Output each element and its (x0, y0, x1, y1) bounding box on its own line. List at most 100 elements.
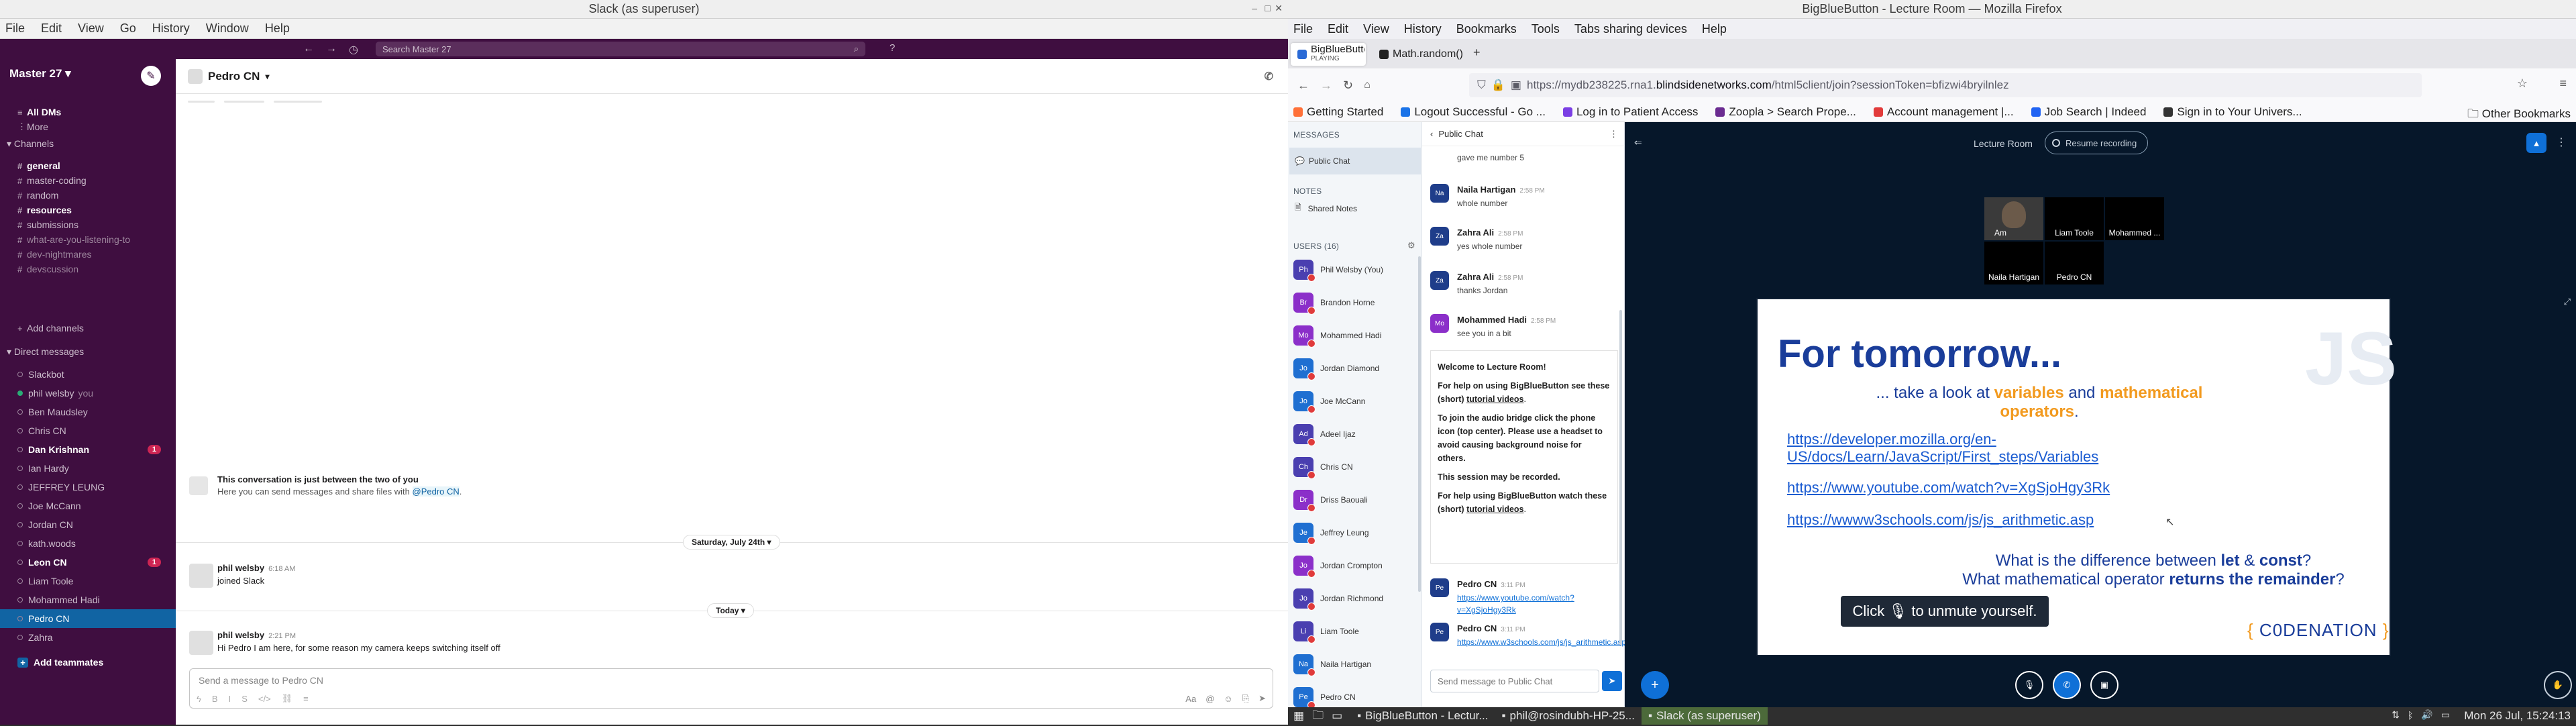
sidebar-item-dm[interactable]: Ian Hardy (0, 459, 176, 478)
terminal-icon[interactable]: ▭ (1332, 709, 1342, 723)
day-pill[interactable]: Saturday, July 24th ▾ (683, 535, 780, 550)
phone-icon[interactable]: ✆ (1265, 70, 1273, 83)
user-list-scrollbar[interactable] (1418, 256, 1421, 592)
workspace-name[interactable]: Master 27 ▾ (9, 67, 71, 81)
video-tile[interactable]: Pedro CN (2045, 242, 2104, 284)
reload-icon[interactable]: ↻ (1343, 79, 1353, 93)
menu-tools[interactable]: Tools (1532, 22, 1560, 36)
add-teammates-button[interactable]: + Add teammates (0, 654, 176, 671)
slide-link-mdn[interactable]: https://developer.mozilla.org/en-US/docs… (1787, 431, 2216, 466)
menu-history[interactable]: History (152, 21, 190, 36)
chat-input[interactable]: Send message to Public Chat (1430, 670, 1599, 692)
sidebar-item-dm[interactable]: kath.woods (0, 534, 176, 553)
maximize-icon[interactable]: □ (1265, 3, 1271, 13)
user-list-item[interactable]: Ph Phil Welsby (You) (1293, 256, 1383, 283)
day-pill[interactable]: Today ▾ (707, 603, 754, 618)
user-list-item[interactable]: Ad Adeel Ijaz (1293, 421, 1356, 448)
user-list-item[interactable]: Na Naila Hartigan (1293, 651, 1371, 678)
chevron-left-icon[interactable]: ‹ (1430, 129, 1433, 139)
sidebar-item-dm[interactable]: JEFFREY LEUNG (0, 478, 176, 497)
message-author[interactable]: phil welsby (217, 563, 264, 573)
compose-icon[interactable]: ✎ (141, 66, 161, 86)
battery-icon[interactable]: ▭ (2441, 709, 2450, 721)
attach-icon[interactable]: ⎘ (1242, 693, 1249, 704)
shared-notes-item[interactable]: 🗎 Shared Notes (1295, 201, 1357, 215)
taskbar-window-button[interactable]: ▪ Slack (as superuser) (1641, 707, 1768, 725)
menu-view[interactable]: View (1363, 22, 1389, 36)
menu-go[interactable]: Go (120, 21, 136, 36)
user-list-item[interactable]: Jo Jordan Diamond (1293, 355, 1379, 382)
video-tile[interactable]: Liam Toole (2045, 197, 2104, 240)
user-list-item[interactable]: Br Brandon Horne (1293, 289, 1375, 316)
sidebar-item-dm[interactable]: Slackbot (0, 365, 176, 384)
help-icon[interactable]: ? (890, 42, 895, 54)
menu-help[interactable]: Help (1702, 22, 1727, 36)
back-arrow-icon[interactable]: ← (303, 43, 314, 55)
tab-math-random[interactable]: Math.random() - Jav (1373, 43, 1472, 66)
camera-permission-icon[interactable]: ▣ (1511, 79, 1521, 92)
taskbar-window-button[interactable]: ▪ phil@rosindubh-HP-25... (1495, 707, 1642, 725)
code-icon[interactable]: </> (258, 694, 271, 704)
slide-link-w3schools[interactable]: https://wwww3schools.com/js/js_arithmeti… (1787, 511, 2094, 529)
sidebar-item-channel[interactable]: # what-are-you-listening-to (0, 232, 176, 247)
bold-icon[interactable]: B (212, 694, 218, 704)
user-list-item[interactable]: Jo Joe McCann (1293, 388, 1365, 415)
sidebar-item-dm[interactable]: Mohammed Hadi (0, 590, 176, 609)
sidebar-item-dm[interactable]: phil welsby you (0, 384, 176, 403)
link-icon[interactable]: ⛓ (282, 693, 293, 704)
menu-bookmarks[interactable]: Bookmarks (1456, 22, 1517, 36)
list-icon[interactable]: ≡ (303, 694, 309, 704)
bookmark-item[interactable]: Zoopla > Search Prope... (1715, 105, 1856, 119)
mention-link[interactable]: @Pedro CN (412, 486, 460, 497)
slide-link-youtube[interactable]: https://www.youtube.com/watch?v=XgSjoHgy… (1787, 479, 2110, 497)
minimize-icon[interactable]: – (1252, 3, 1257, 13)
forward-arrow-icon[interactable]: → (1320, 79, 1332, 93)
sidebar-item-dm[interactable]: Leon CN 1 (0, 553, 176, 572)
chat-scrollbar[interactable] (1619, 310, 1622, 645)
italic-icon[interactable]: I (229, 694, 231, 704)
strike-icon[interactable]: S (241, 694, 248, 704)
sidebar-item-channel[interactable]: # random (0, 188, 176, 203)
settings-gear-icon[interactable]: ⚙ (1407, 240, 1415, 251)
sidebar-item-channel[interactable]: # devscussion (0, 262, 176, 276)
send-icon[interactable]: ➤ (1258, 693, 1266, 704)
hamburger-menu-icon[interactable]: ≡ (2559, 76, 2567, 91)
tutorial-link[interactable]: tutorial videos (1466, 505, 1523, 514)
volume-icon[interactable]: 🔊 (2421, 709, 2432, 721)
menu-edit[interactable]: Edit (1328, 22, 1348, 36)
add-channels-button[interactable]: + Add channels (0, 319, 176, 337)
chat-options-icon[interactable]: ⋮ (1609, 129, 1618, 140)
dm-header[interactable]: ▾ Direct messages (7, 346, 84, 358)
options-icon[interactable]: ⋮ (2556, 136, 2567, 149)
sidebar-more[interactable]: ⋮ More (0, 118, 176, 136)
sidebar-item-dm[interactable]: Dan Krishnan 1 (0, 440, 176, 459)
user-list-item[interactable]: Li Liam Toole (1293, 618, 1359, 645)
sidebar-item-dm[interactable]: Zahra (0, 628, 176, 647)
menu-history[interactable]: History (1404, 22, 1442, 36)
text-format-icon[interactable]: Aa (1185, 694, 1196, 704)
sidebar-item-dm[interactable]: Jordan CN (0, 515, 176, 534)
actions-plus-button[interactable]: + (1641, 671, 1669, 699)
chat-link[interactable]: https://www.youtube.com/watch?v=XgSjoHgy… (1457, 592, 1611, 616)
tutorial-link[interactable]: tutorial videos (1466, 395, 1523, 404)
history-icon[interactable]: ◷ (349, 43, 358, 56)
menu-tabs-sharing[interactable]: Tabs sharing devices (1574, 22, 1687, 36)
user-list-item[interactable]: Jo Jordan Richmond (1293, 585, 1383, 612)
forward-arrow-icon[interactable]: → (326, 43, 337, 55)
sidebar-item-channel[interactable]: # master-coding (0, 173, 176, 188)
new-tab-icon[interactable]: + (1473, 46, 1481, 60)
shield-icon[interactable]: ⛉ (1477, 79, 1486, 92)
menu-help[interactable]: Help (265, 21, 290, 36)
menu-file[interactable]: File (5, 21, 25, 36)
taskbar-window-button[interactable]: ▪ BigBlueButton - Lectur... (1350, 707, 1495, 725)
message-composer[interactable]: ϟ B I S </> ⛓ ≡ Aa @ ☺ ⎘ ➤ (189, 668, 1273, 709)
menu-file[interactable]: File (1293, 22, 1313, 36)
search-input[interactable]: Search Master 27 ⌕ (376, 42, 865, 56)
lightning-icon[interactable]: ϟ (197, 694, 201, 704)
phone-button[interactable]: ✆ (2053, 671, 2081, 699)
sidebar-item-dm[interactable]: Ben Maudsley (0, 403, 176, 421)
bookmark-item[interactable]: Log in to Patient Access (1562, 105, 1698, 119)
sidebar-item-dm[interactable]: Joe McCann (0, 497, 176, 515)
chat-link[interactable]: https://www.w3schools.com/js/js_arithmet… (1457, 636, 1626, 648)
camera-button[interactable]: ▣ (2090, 671, 2118, 699)
